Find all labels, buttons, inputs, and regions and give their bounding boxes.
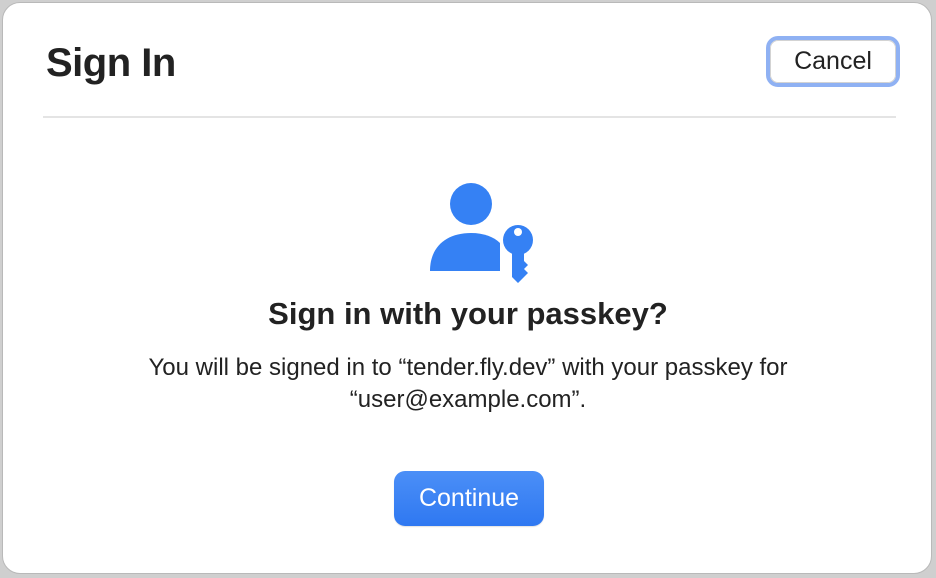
dialog-message: You will be signed in to “tender.fly.dev… — [148, 354, 788, 413]
header-divider — [43, 116, 896, 118]
dialog-title: Sign In — [46, 41, 176, 85]
person-with-key-icon — [430, 183, 533, 283]
sign-in-dialog: Sign In Cancel Sign in with your passkey… — [2, 2, 932, 574]
dialog-heading: Sign in with your passkey? — [268, 296, 668, 331]
cancel-button-label: Cancel — [770, 40, 896, 83]
cancel-button[interactable]: Cancel — [766, 36, 900, 87]
continue-button[interactable]: Continue — [394, 471, 544, 526]
